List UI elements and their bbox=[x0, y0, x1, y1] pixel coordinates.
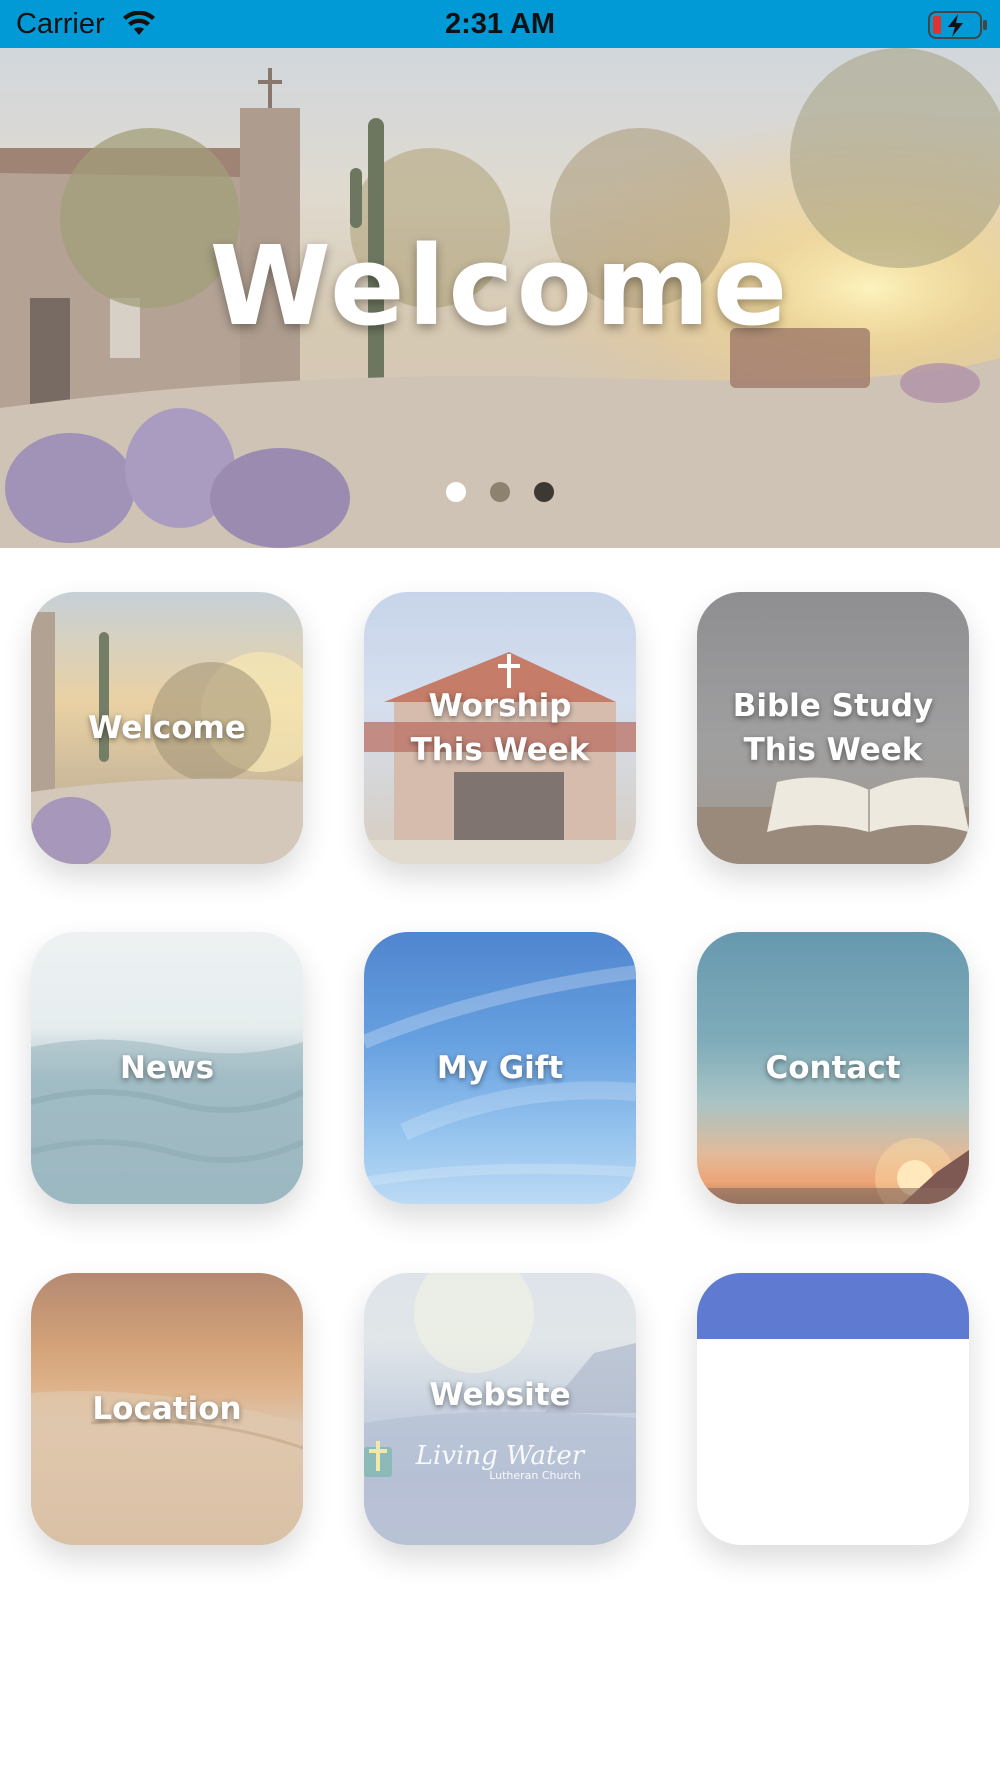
tile-label: News bbox=[119, 1050, 215, 1086]
tile-contact[interactable]: Contact bbox=[697, 932, 969, 1204]
hero-title: Welcome bbox=[209, 222, 791, 350]
logo-text: Living Water bbox=[415, 1441, 585, 1471]
tile-label: Welcome bbox=[88, 710, 246, 746]
page-dot-3[interactable] bbox=[534, 482, 554, 502]
tile-news[interactable]: News bbox=[31, 932, 303, 1204]
logo-subtitle: Lutheran Church bbox=[489, 1469, 581, 1482]
tile-label: Location bbox=[92, 1391, 242, 1427]
status-bar: Carrier 2:31 AM bbox=[0, 0, 1000, 48]
page-dot-1[interactable] bbox=[446, 482, 466, 502]
tile-website[interactable]: Website Living Water Lutheran Church bbox=[364, 1273, 636, 1545]
page-indicator[interactable] bbox=[0, 482, 1000, 502]
tile-label bbox=[697, 1273, 969, 1545]
tile-bible-study-this-week[interactable]: Bible Study This Week bbox=[697, 592, 969, 864]
tile-label: My Gift bbox=[436, 1050, 564, 1086]
tile-worship-this-week[interactable]: Worship This Week bbox=[364, 592, 636, 864]
battery-charging-icon bbox=[928, 10, 988, 45]
page-dot-2[interactable] bbox=[490, 482, 510, 502]
clock: 2:31 AM bbox=[444, 8, 556, 40]
tile-blank[interactable] bbox=[697, 1273, 969, 1545]
tile-label: Worship This Week bbox=[410, 688, 590, 768]
tile-label: Website bbox=[429, 1377, 571, 1413]
living-water-logo: Living Water Lutheran Church bbox=[364, 1441, 636, 1482]
tile-welcome[interactable]: Welcome bbox=[31, 592, 303, 864]
tile-label: Bible Study This Week bbox=[732, 688, 934, 768]
tile-label: Contact bbox=[765, 1050, 901, 1086]
hero-carousel[interactable]: Welcome bbox=[0, 48, 1000, 548]
tile-my-gift[interactable]: My Gift bbox=[364, 932, 636, 1204]
tile-location[interactable]: Location bbox=[31, 1273, 303, 1545]
